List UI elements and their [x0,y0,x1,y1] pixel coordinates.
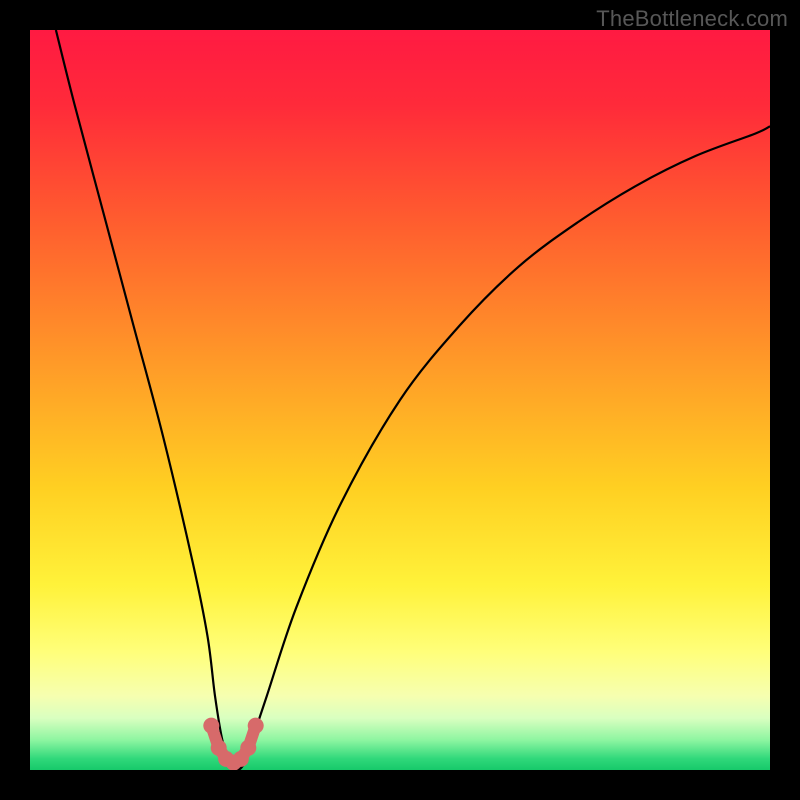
bottleneck-curve [30,30,770,770]
watermark-text: TheBottleneck.com [596,6,788,32]
plot-area [30,30,770,770]
chart-frame: TheBottleneck.com [0,0,800,800]
